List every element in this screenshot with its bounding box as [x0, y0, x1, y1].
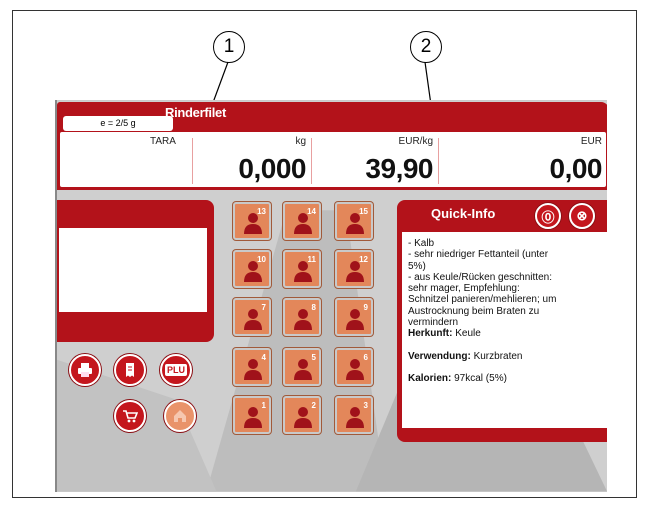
info-line: 5%) [408, 260, 426, 272]
operator-key[interactable]: 6 [335, 348, 373, 386]
price-unit: EUR/kg [398, 136, 433, 147]
calories-label: Kalorien: [408, 372, 452, 384]
info-button[interactable]: ⓪ [535, 203, 561, 229]
header-bar: e = 2/5 g Rinderfilet TARA kg 0,000 EUR/… [57, 102, 607, 190]
callout-2: 2 [410, 31, 442, 63]
operator-key[interactable]: 8 [283, 298, 321, 336]
printer-icon [78, 363, 92, 377]
use-label: Verwendung: [408, 350, 471, 362]
person-icon [346, 261, 364, 282]
operator-key[interactable]: 14 [283, 202, 321, 240]
info-line: - Kalb [408, 238, 435, 249]
operator-key[interactable]: 10 [233, 250, 271, 288]
weighing-display: TARA kg 0,000 EUR/kg 39,90 EUR 0,00 [60, 132, 606, 187]
weight-value: 0,000 [238, 153, 306, 184]
info-line: vermindern [408, 317, 459, 329]
operator-key[interactable]: 5 [283, 348, 321, 386]
total-unit: EUR [580, 136, 602, 147]
origin-line: Herkunft: Keule [408, 328, 605, 339]
person-icon [346, 213, 364, 234]
home-button[interactable] [164, 400, 196, 432]
receipt-button[interactable] [114, 354, 146, 386]
quick-info-panel: Quick-Info ⓪ ⊗ - Kalb - sehr niedriger F… [397, 200, 607, 442]
operator-key[interactable]: 9 [335, 298, 373, 336]
receipt-icon [126, 363, 134, 377]
person-icon [346, 309, 364, 330]
cart-icon [123, 410, 138, 423]
use-line: Verwendung: Kurzbraten [408, 351, 605, 362]
scale-screen: e = 2/5 g Rinderfilet TARA kg 0,000 EUR/… [55, 100, 607, 492]
price-value: 39,90 [365, 153, 433, 184]
info-line: - aus Keule/Rücken geschnitten: [408, 271, 552, 283]
total-cell: EUR 0,00 [438, 132, 606, 187]
origin-value: Keule [452, 328, 481, 340]
use-value: Kurzbraten [470, 350, 523, 362]
operator-key[interactable]: 12 [335, 250, 373, 288]
plu-button[interactable]: PLU [160, 354, 192, 386]
price-cell: EUR/kg 39,90 [311, 132, 437, 187]
operator-key[interactable]: 1 [233, 396, 271, 434]
tare-limit: e = 2/5 g [63, 116, 173, 131]
person-icon [294, 261, 312, 282]
left-panel-display [59, 228, 207, 312]
home-icon [174, 410, 186, 422]
calories-line: Kalorien: 97kcal (5%) [408, 373, 605, 384]
quick-info-text: - Kalb - sehr niedriger Fettanteil (unte… [402, 232, 607, 428]
person-icon [244, 261, 262, 282]
person-icon [346, 359, 364, 380]
operator-key[interactable]: 13 [233, 202, 271, 240]
operator-key[interactable]: 4 [233, 348, 271, 386]
callout-1: 1 [213, 31, 245, 63]
person-icon [294, 213, 312, 234]
operator-key[interactable]: 11 [283, 250, 321, 288]
operator-key[interactable]: 15 [335, 202, 373, 240]
operator-key[interactable]: 3 [335, 396, 373, 434]
person-icon [294, 359, 312, 380]
info-line: - sehr niedriger Fettanteil (unter [408, 249, 549, 261]
weight-unit: kg [295, 136, 306, 147]
person-icon [294, 309, 312, 330]
print-button[interactable] [69, 354, 101, 386]
close-icon: ⊗ [576, 208, 588, 223]
plu-icon: PLU [165, 364, 187, 376]
person-icon [346, 407, 364, 428]
cart-button[interactable] [114, 400, 146, 432]
tara-label: TARA [150, 136, 176, 147]
product-title: Rinderfilet [165, 105, 226, 120]
info-icon: ⓪ [541, 209, 555, 225]
info-line: Schnitzel panieren/mehlieren; um [408, 294, 557, 306]
info-line: sehr mager, Empfehlung: [408, 283, 520, 295]
person-icon [294, 407, 312, 428]
person-icon [244, 407, 262, 428]
quick-info-title: Quick-Info [431, 206, 496, 221]
person-icon [244, 359, 262, 380]
person-icon [244, 309, 262, 330]
close-button[interactable]: ⊗ [569, 203, 595, 229]
operator-key[interactable]: 7 [233, 298, 271, 336]
total-value: 0,00 [549, 153, 603, 184]
operator-key[interactable]: 2 [283, 396, 321, 434]
calories-value: 97kcal (5%) [451, 372, 507, 384]
origin-label: Herkunft: [408, 328, 453, 340]
info-line: Austrocknung beim Braten zu [408, 305, 540, 317]
weight-cell: kg 0,000 [192, 132, 310, 187]
person-icon [244, 213, 262, 234]
left-panel [57, 200, 214, 342]
